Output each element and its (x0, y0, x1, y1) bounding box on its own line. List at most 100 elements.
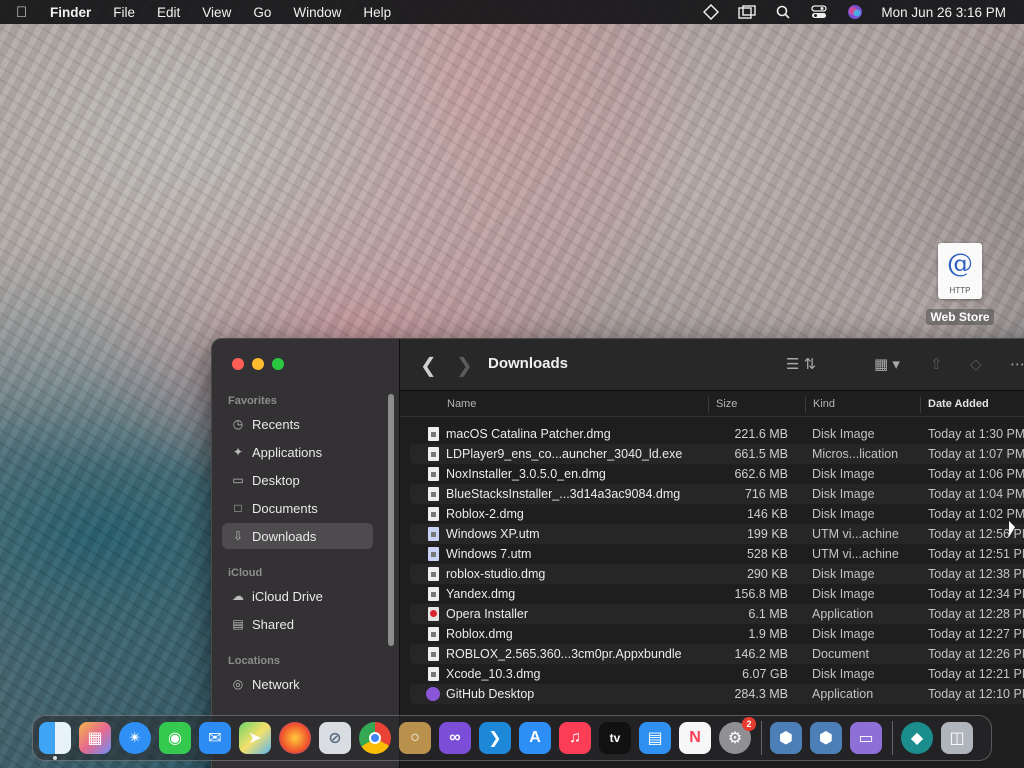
file-row[interactable]: Xcode_10.3.dmg 6.07 GB Disk Image Today … (410, 664, 1024, 684)
dock-virtualbox-2-icon[interactable]: ⬢ (810, 722, 842, 754)
file-row[interactable]: BlueStacksInstaller_...3d14a3ac9084.dmg … (410, 484, 1024, 504)
file-kind: Disk Image (812, 667, 875, 681)
file-date: Today at 1:06 PM (928, 467, 1024, 481)
sidebar-item-icloud-drive[interactable]: ☁ iCloud Drive (222, 583, 373, 609)
file-row[interactable]: macOS Catalina Patcher.dmg 221.6 MB Disk… (410, 424, 1024, 444)
apple-menu-icon[interactable]:  (16, 4, 36, 21)
sidebar-scrollbar[interactable] (388, 394, 394, 646)
dock-finder-icon[interactable] (39, 722, 71, 760)
dock-launchpad-icon[interactable]: ▦ (79, 722, 111, 754)
column-date-added[interactable]: Date Added (928, 398, 989, 410)
column-separator[interactable] (805, 397, 806, 413)
dock-system-settings-icon[interactable]: ⚙ 2 (719, 717, 756, 754)
menu-clock[interactable]: Mon Jun 26 3:16 PM (881, 5, 1006, 20)
dock-keka-icon[interactable]: ○ (399, 722, 431, 754)
sidebar-item-applications[interactable]: ✦ Applications (222, 439, 373, 465)
file-row[interactable]: ROBLOX_2.565.360...3cm0pr.Appxbundle 146… (410, 644, 1024, 664)
menu-file[interactable]: File (113, 5, 135, 20)
dock-trash-icon[interactable]: ◫ (941, 722, 973, 754)
dock-music-icon[interactable]: ♫ (559, 722, 591, 754)
file-row[interactable]: roblox-studio.dmg 290 KB Disk Image Toda… (410, 564, 1024, 584)
menu-app-finder[interactable]: Finder (50, 5, 91, 20)
file-row[interactable]: Yandex.dmg 156.8 MB Disk Image Today at … (410, 584, 1024, 604)
dock-separator (892, 721, 893, 755)
minimize-window-button[interactable] (252, 358, 264, 370)
dock-xcode-icon[interactable]: ◆ (901, 722, 933, 754)
dock-firefox-icon[interactable] (279, 722, 311, 754)
zoom-window-button[interactable] (272, 358, 284, 370)
dock-messages-icon[interactable]: ◉ (159, 722, 191, 754)
file-name: GitHub Desktop (446, 687, 535, 701)
more-actions-icon[interactable]: ⋯ (1010, 355, 1024, 373)
column-kind[interactable]: Kind (813, 398, 835, 410)
column-name[interactable]: Name (447, 398, 476, 410)
spotlight-search-icon[interactable] (773, 4, 793, 20)
opera-icon (428, 607, 439, 621)
windows-status-icon[interactable] (737, 4, 757, 20)
sidebar-item-label: Applications (252, 444, 323, 460)
file-row[interactable]: Roblox-2.dmg 146 KB Disk Image Today at … (410, 504, 1024, 524)
file-kind: Disk Image (812, 467, 875, 481)
sidebar-item-documents[interactable]: □ Documents (222, 495, 373, 521)
siri-icon[interactable] (845, 4, 865, 20)
file-date: Today at 12:26 PM (928, 647, 1024, 661)
close-window-button[interactable] (232, 358, 244, 370)
menu-help[interactable]: Help (363, 5, 391, 20)
file-row[interactable]: Windows 7.utm 528 KB UTM vi...achine Tod… (410, 544, 1024, 564)
dock-visual-studio-icon[interactable]: ∞ (439, 722, 471, 754)
file-size: 290 KB (746, 567, 788, 581)
file-row[interactable]: Windows XP.utm 199 KB UTM vi...achine To… (410, 524, 1024, 544)
column-separator[interactable] (708, 397, 709, 413)
sidebar-item-desktop[interactable]: ▭ Desktop (222, 467, 373, 493)
clock-icon: ◷ (232, 417, 244, 431)
dock-news-icon[interactable]: N (679, 722, 711, 754)
disk-image-icon (428, 567, 439, 581)
sidebar-item-label: Recents (252, 416, 300, 432)
desktop-icon-web-store[interactable]: @ HTTP Web Store (924, 243, 996, 325)
control-center-icon[interactable] (809, 4, 829, 20)
file-row[interactable]: GitHub Desktop 284.3 MB Application Toda… (410, 684, 1024, 704)
menu-view[interactable]: View (202, 5, 231, 20)
file-row[interactable]: Roblox.dmg 1.9 MB Disk Image Today at 12… (410, 624, 1024, 644)
file-date: Today at 12:21 PM (928, 667, 1024, 681)
dock-disk-utility-icon[interactable]: ▭ (850, 722, 882, 754)
sidebar-item-recents[interactable]: ◷ Recents (222, 411, 373, 437)
file-name: Windows XP.utm (446, 527, 540, 541)
sidebar-item-shared[interactable]: ▤ Shared (222, 611, 373, 637)
sidebar-item-network[interactable]: ◎ Network (222, 671, 373, 697)
back-button[interactable]: ❮ (420, 353, 437, 378)
dock-keynote-icon[interactable]: ▤ (639, 722, 671, 754)
menu-edit[interactable]: Edit (157, 5, 180, 20)
dock-blocker-icon[interactable]: ⊘ (319, 722, 351, 754)
file-size: 528 KB (746, 547, 788, 561)
file-kind: Disk Image (812, 507, 875, 521)
file-row[interactable]: NoxInstaller_3.0.5.0_en.dmg 662.6 MB Dis… (410, 464, 1024, 484)
dock-maps-icon[interactable]: ➤ (239, 722, 271, 754)
list-view-icon[interactable]: ☰ ⇅ (786, 355, 816, 373)
file-name: BlueStacksInstaller_...3d14a3ac9084.dmg (446, 487, 681, 501)
diamond-status-icon[interactable] (701, 4, 721, 20)
column-separator[interactable] (920, 397, 921, 413)
dock-chrome-icon[interactable] (359, 722, 391, 754)
forward-button[interactable]: ❯ (456, 353, 473, 378)
file-name: NoxInstaller_3.0.5.0_en.dmg (446, 467, 606, 481)
tag-icon[interactable]: ◇ (970, 355, 982, 373)
column-size[interactable]: Size (716, 398, 737, 410)
window-controls (232, 358, 292, 370)
sidebar-item-downloads[interactable]: ⇩ Downloads (222, 523, 373, 549)
dock-apple-tv-icon[interactable]: tv (599, 722, 631, 754)
share-icon[interactable]: ⇧ (930, 355, 943, 373)
dock-vscode-icon[interactable]: ❯ (479, 722, 511, 754)
dock-mail-icon[interactable]: ✉ (199, 722, 231, 754)
file-name: Windows 7.utm (446, 547, 532, 561)
file-row[interactable]: LDPlayer9_ens_co...auncher_3040_ld.exe 6… (410, 444, 1024, 464)
group-icon[interactable]: ▦ ▾ (874, 355, 900, 373)
dock-virtualbox-icon[interactable]: ⬢ (770, 722, 802, 754)
finder-content: ❮ ❯ Downloads ☰ ⇅ ▦ ▾ ⇧ ◇ ⋯ Name Size Ki… (399, 339, 1024, 768)
dock-safari-icon[interactable]: ✴ (119, 722, 151, 754)
menu-window[interactable]: Window (293, 5, 341, 20)
webloc-file-icon: @ HTTP (938, 243, 982, 299)
dock-app-store-icon[interactable]: A (519, 722, 551, 754)
menu-go[interactable]: Go (253, 5, 271, 20)
file-row[interactable]: Opera Installer 6.1 MB Application Today… (410, 604, 1024, 624)
